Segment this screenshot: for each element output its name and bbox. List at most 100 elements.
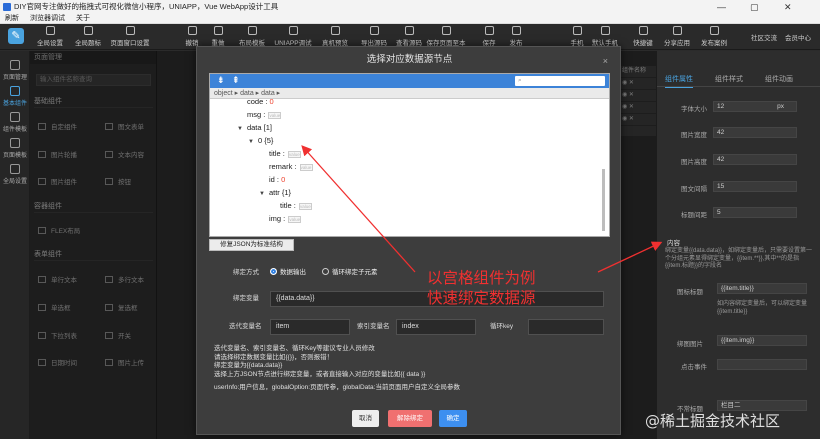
title-spacing-input[interactable]: 5 xyxy=(713,207,797,218)
nav-page-manage[interactable]: 页面管理 xyxy=(0,57,30,83)
phone-icon xyxy=(330,26,340,35)
toolbar-page-window[interactable]: 页面窗口设置 xyxy=(108,26,152,47)
unbind-button[interactable]: 解除绑定 xyxy=(388,410,432,427)
json-key: title xyxy=(280,201,294,210)
note-line: 请选择绑定数据变量比如{{}}，否则报错！ xyxy=(214,353,334,361)
index-var-label: 索引变量名 xyxy=(357,323,390,330)
toolbar-device-preview[interactable]: 真机预览 xyxy=(313,26,357,47)
index-var-input[interactable]: index xyxy=(396,319,476,335)
json-node[interactable]: msg : value xyxy=(247,109,282,120)
note-line: 绑定变量为{{data.data}} xyxy=(214,362,283,370)
bind-mode-loop-radio[interactable]: 循环绑定子元素 xyxy=(322,267,378,279)
share-icon xyxy=(672,26,682,35)
json-node[interactable]: title : value xyxy=(280,200,312,211)
layout-icon xyxy=(247,26,257,35)
toolbar-publish-case[interactable]: 发布案例 xyxy=(692,26,736,47)
download-icon xyxy=(441,26,451,35)
keyboard-icon xyxy=(638,26,648,35)
json-value: {1} xyxy=(281,188,292,197)
menu-browser-debug[interactable]: 浏览器调试 xyxy=(30,15,65,22)
json-key: data xyxy=(246,123,264,132)
maximize-button[interactable]: ▢ xyxy=(750,0,759,14)
json-node[interactable]: ▼ attr {1} xyxy=(259,187,291,200)
json-value: {5} xyxy=(264,136,274,145)
confirm-button[interactable]: 确定 xyxy=(439,410,467,427)
content-section-title: 内容 xyxy=(667,240,680,247)
pages-icon xyxy=(10,60,20,70)
bind-mode-output-radio[interactable]: 数据输出 xyxy=(270,267,306,279)
help-notes: 迭代变量名、索引变量名、循环Key等建议专业人员修改 请选择绑定数据变量比如{{… xyxy=(214,345,514,393)
json-key: attr xyxy=(268,188,282,197)
window-icon xyxy=(125,26,135,35)
bind-check-title[interactable]: 图标标题 xyxy=(677,286,703,296)
prop-label: 图文间隔 xyxy=(681,186,707,193)
expand-toggle-icon[interactable]: ▼ xyxy=(237,126,243,132)
json-node[interactable]: title : value xyxy=(269,148,301,159)
json-node[interactable]: id : 0 xyxy=(269,174,285,185)
json-node[interactable]: img : value xyxy=(269,213,302,224)
expand-toggle-icon[interactable]: ▼ xyxy=(248,139,254,145)
json-node[interactable]: ▼ 0 {5} xyxy=(248,135,273,148)
title-bind-input[interactable]: {{item.title}} xyxy=(717,283,807,294)
image-bind-input[interactable]: {{item.img}} xyxy=(717,335,807,346)
toolbar-member-center[interactable]: 会员中心 xyxy=(776,32,820,42)
redo-icon xyxy=(213,26,223,35)
menu-refresh[interactable]: 刷新 xyxy=(5,15,19,22)
components-icon xyxy=(10,86,20,96)
prop-label: 标题间距 xyxy=(681,212,707,219)
nav-page-templates[interactable]: 页面模板 xyxy=(0,135,30,161)
toolbar-publish[interactable]: 发布 xyxy=(494,26,538,47)
json-value: 0 xyxy=(269,99,274,106)
fix-json-button[interactable]: 修复JSON为标准结构 xyxy=(209,239,294,251)
image-height-input[interactable]: 42 xyxy=(713,154,797,165)
collapse-all-icon[interactable]: ⇞ xyxy=(232,75,240,86)
json-scrollbar[interactable] xyxy=(602,169,605,231)
expand-all-icon[interactable]: ⇟ xyxy=(217,75,225,86)
json-key: img xyxy=(269,214,284,223)
mobile-icon xyxy=(572,26,582,35)
dialog-title: 选择对应数据源节点 xyxy=(366,54,453,65)
json-node[interactable]: remark : value xyxy=(269,161,313,172)
save-icon xyxy=(484,26,494,35)
property-tabs: 组件属性 组件样式 组件动画 xyxy=(657,73,820,88)
toolbar-global-icons[interactable]: 全局题标 xyxy=(66,26,110,47)
close-icon[interactable]: × xyxy=(603,56,608,66)
content-desc: 绑定变量{{data.data}}，如绑定变量后，只需要设置第一个分组元素显得绑… xyxy=(665,248,813,269)
bind-check-image[interactable]: 绑图图片 xyxy=(677,338,703,348)
app-icon xyxy=(3,3,11,11)
window-title: DIY官网专注做好的拖拽式可视化微信小程序，UNIAPP，Vue WebApp设… xyxy=(14,2,279,11)
click-event-input[interactable] xyxy=(717,359,807,370)
prop-label: 图片高度 xyxy=(681,159,707,166)
cancel-button[interactable]: 取消 xyxy=(352,410,379,427)
close-window-button[interactable]: ✕ xyxy=(784,0,792,14)
tab-component-animation[interactable]: 组件动画 xyxy=(765,73,793,87)
nav-basic-components[interactable]: 基本组件 xyxy=(0,83,30,109)
expand-toggle-icon[interactable]: ▼ xyxy=(259,191,265,197)
title-bind-tip: 如内容绑定变量后，可以绑定变量{{item.title}} xyxy=(717,301,808,315)
json-node[interactable]: code : 0 xyxy=(247,99,274,107)
json-value-placeholder: value xyxy=(287,151,301,158)
loop-key-input[interactable] xyxy=(528,319,604,335)
menu-about[interactable]: 关于 xyxy=(76,15,90,22)
watermark: @稀土掘金技术社区 xyxy=(645,412,781,430)
json-node[interactable]: ▼ data [1] xyxy=(237,122,272,135)
json-toolbar: ⇟ ⇞ ⌕ xyxy=(210,74,609,88)
toolbar-layout-template[interactable]: 布局模板 xyxy=(230,26,274,47)
font-size-input[interactable]: 12 px xyxy=(713,101,797,112)
icon-icon xyxy=(83,26,93,35)
toolbar-uniapp-debug[interactable]: UNIAPP调试 xyxy=(271,26,315,47)
json-key: code xyxy=(247,99,266,106)
nav-component-templates[interactable]: 组件模板 xyxy=(0,109,30,135)
menu-bar: 刷新 浏览器调试 关于 xyxy=(0,14,820,24)
tab-component-props[interactable]: 组件属性 xyxy=(665,73,693,88)
json-editor: ⇟ ⇞ ⌕ object ▸ data ▸ data ▸ code : 0 msg… xyxy=(209,73,610,237)
image-width-input[interactable]: 42 xyxy=(713,127,797,138)
note-line: 迭代变量名、索引变量名、循环Key等建议专业人员修改 xyxy=(214,345,375,352)
tab-component-style[interactable]: 组件样式 xyxy=(715,73,743,87)
iter-var-input[interactable]: item xyxy=(270,319,350,335)
json-search-input[interactable]: ⌕ xyxy=(515,76,605,86)
nav-global-settings[interactable]: 全局设置 xyxy=(0,161,30,187)
bind-var-label: 绑定变量 xyxy=(233,295,259,302)
gap-input[interactable]: 15 xyxy=(713,181,797,192)
minimize-button[interactable]: — xyxy=(717,0,726,14)
